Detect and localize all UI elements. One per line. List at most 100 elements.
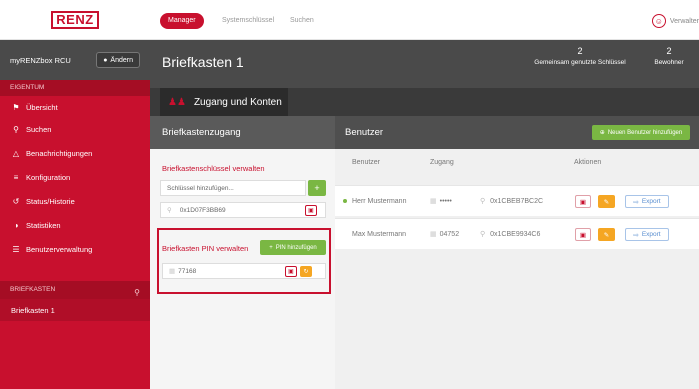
sidebar-item-konfiguration[interactable]: ≡ Konfiguration: [0, 166, 150, 188]
stat-value: 2: [666, 46, 672, 56]
pencil-icon: ✎: [603, 231, 610, 239]
user-name-cell: Herr Mustermann: [343, 186, 406, 217]
sidebar-item-label: Benachrichtigungen: [26, 148, 93, 158]
pin-value: 77168: [178, 267, 197, 275]
sidebar-item-briefkasten-1[interactable]: Briefkasten 1: [0, 299, 150, 321]
export-button[interactable]: ⇨ Export: [625, 228, 669, 241]
pin-cell: ▦ 04752: [430, 219, 459, 250]
trash-icon: ▣: [288, 269, 294, 275]
add-pin-label: PIN hinzufügen: [275, 244, 317, 251]
pin-highlight-frame: [157, 228, 331, 294]
key-item: ⚲ 0x1D07F3BB69: [160, 202, 326, 218]
export-icon: ⇨: [633, 231, 639, 239]
add-user-button[interactable]: ⊕ Neuen Benutzer hinzufügen: [592, 125, 690, 140]
sidebar-item-status-historie[interactable]: ↺ Status/Historie: [0, 190, 150, 212]
keypad-icon: ▦: [430, 198, 437, 205]
page-title: Briefkasten 1: [162, 54, 244, 70]
sidebar-item-label: Benutzerverwaltung: [26, 244, 93, 254]
col-header-zugang: Zugang: [430, 159, 454, 166]
sidebar-section-eigentum: EIGENTUM: [0, 80, 150, 96]
edit-user-button[interactable]: ✎: [598, 195, 615, 208]
logo[interactable]: RENZ: [0, 0, 150, 40]
sidebar-item-label: Übersicht: [26, 102, 58, 112]
export-icon: ⇨: [633, 198, 639, 206]
user-menu[interactable]: ☺ Verwalter: [651, 12, 699, 30]
tab-manager[interactable]: Manager: [160, 13, 204, 29]
add-key-button[interactable]: +: [308, 180, 326, 196]
users-icon: ♟♟: [168, 96, 186, 108]
key-input[interactable]: Schlüssel hinzufügen...: [160, 180, 306, 196]
refresh-pin-button[interactable]: ↻: [300, 266, 312, 277]
delete-user-button[interactable]: ▣: [575, 195, 591, 208]
key-cell: ⚲ 0x1CBE9934C6: [480, 219, 540, 250]
sidebar-item-suchen[interactable]: ⚲ Suchen: [0, 118, 150, 140]
section-label: BRIEFKASTEN: [10, 286, 56, 293]
key-input-placeholder: Schlüssel hinzufügen...: [167, 184, 234, 192]
sidebar-item-label: Statistiken: [26, 220, 61, 230]
tab-systemschluessel[interactable]: Systemschlüssel: [214, 13, 282, 29]
bell-icon: △: [12, 148, 20, 158]
sidebar-item-statistiken[interactable]: ◑ Statistiken: [0, 214, 150, 236]
delete-user-button[interactable]: ▣: [575, 228, 591, 241]
keys-section-title: Briefkastenschlüssel verwalten: [162, 164, 265, 173]
key-value: 0x1CBEB7BC2C: [490, 198, 544, 205]
key-icon: ⚲: [480, 198, 486, 205]
sidebar-item-benachrichtigungen[interactable]: △ Benachrichtigungen: [0, 142, 150, 164]
change-label: Ändern: [110, 56, 133, 64]
stat-label: Gemeinsam genutzte Schlüssel: [534, 59, 626, 66]
pin-value: 04752: [439, 231, 460, 238]
key-value: 0x1CBE9934C6: [490, 231, 541, 238]
sidebar-item-uebersicht[interactable]: ⚑ Übersicht: [0, 96, 150, 118]
key-icon: ⚲: [480, 231, 486, 238]
pin-value: •••••: [439, 198, 452, 205]
left-panel-title: Briefkastenzugang: [150, 116, 335, 149]
gear-icon: ●: [103, 56, 108, 64]
user-name: Herr Mustermann: [352, 198, 407, 205]
pin-cell: ▦ •••••: [430, 186, 452, 217]
sidebar-item-label: Suchen: [26, 124, 52, 134]
export-label: Export: [641, 198, 661, 205]
sidebar-item-label: Status/Historie: [26, 196, 75, 206]
key-value: 0x1D07F3BB69: [179, 206, 226, 214]
user-name: Max Mustermann: [352, 231, 407, 238]
delete-pin-button[interactable]: ▣: [285, 266, 297, 277]
list-icon: ☰: [12, 244, 20, 254]
trash-icon: ▣: [579, 231, 587, 239]
keypad-icon: ▦: [169, 268, 175, 275]
stat-shared-keys: 2 Gemeinsam genutzte Schlüssel: [532, 46, 628, 66]
key-cell: ⚲ 0x1CBEB7BC2C: [480, 186, 543, 217]
sliders-icon: ≡: [13, 172, 19, 182]
history-icon: ↺: [12, 196, 20, 206]
tab-zugang-und-konten[interactable]: ♟♟ Zugang und Konten: [160, 88, 288, 116]
user-icon: ☺: [651, 14, 666, 28]
tab-suchen[interactable]: Suchen: [282, 13, 322, 29]
user-name-cell: Max Mustermann: [352, 219, 406, 250]
delete-key-button[interactable]: ▣: [305, 205, 317, 216]
edit-user-button[interactable]: ✎: [598, 228, 615, 241]
pin-section-title: Briefkasten PIN verwalten: [162, 244, 249, 253]
add-pin-button[interactable]: + PIN hinzufügen: [260, 240, 326, 255]
plus-icon: +: [269, 244, 273, 251]
add-user-label: Neuen Benutzer hinzufügen: [607, 129, 683, 136]
box-selector: myRENZbox RCU ● Ändern: [0, 40, 150, 80]
export-button[interactable]: ⇨ Export: [625, 195, 669, 208]
table-row: Herr Mustermann ▦ ••••• ⚲ 0x1CBEB7BC2C ▣ ✎…: [335, 185, 699, 216]
col-header-benutzer: Benutzer: [352, 159, 381, 166]
stat-label: Bewohner: [654, 59, 684, 66]
change-button[interactable]: ● Ändern: [96, 52, 140, 68]
sidebar-item-label: Briefkasten 1: [11, 305, 55, 315]
sidebar-section-briefkasten: BRIEFKASTEN ⚲: [0, 281, 150, 299]
logo-text: RENZ: [51, 11, 99, 29]
user-label: Verwalter: [669, 17, 699, 25]
trash-icon: ▣: [579, 198, 587, 206]
keypad-icon: ▦: [430, 231, 437, 238]
flag-icon: ⚑: [12, 102, 20, 112]
sidebar-item-benutzerverwaltung[interactable]: ☰ Benutzerverwaltung: [0, 238, 150, 260]
tab-label: Zugang und Konten: [193, 96, 282, 108]
pie-chart-icon: ◑: [13, 220, 19, 230]
table-row: Max Mustermann ▦ 04752 ⚲ 0x1CBE9934C6 ▣ ✎ …: [335, 218, 699, 249]
key-icon: ⚲: [167, 207, 172, 214]
sidebar-item-label: Konfiguration: [26, 172, 71, 182]
plus-circle-icon: ⊕: [599, 130, 605, 136]
trash-icon: ▣: [308, 208, 314, 214]
